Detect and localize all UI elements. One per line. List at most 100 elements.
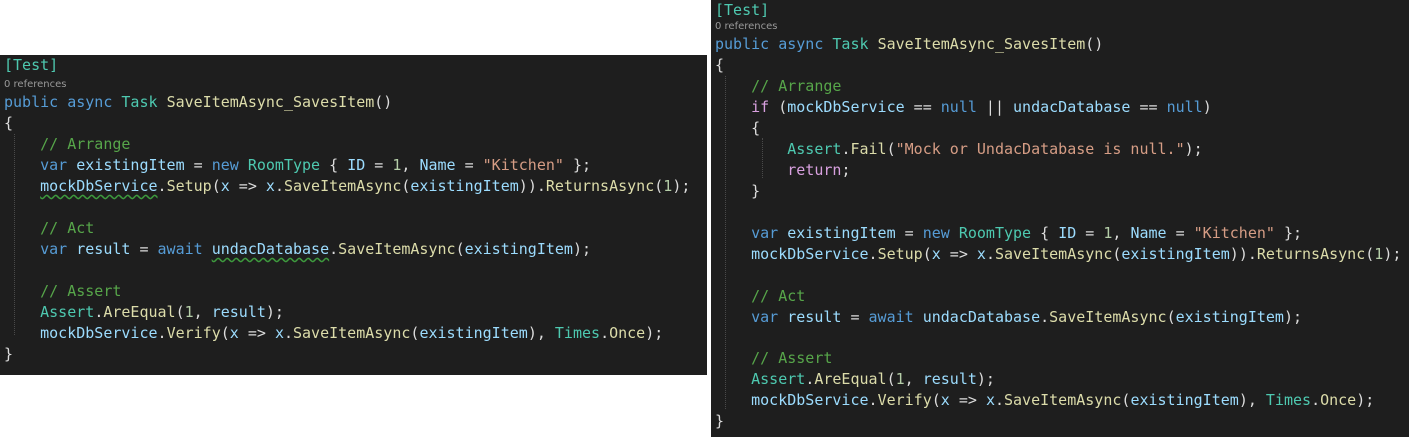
- operator: ==: [904, 98, 941, 116]
- variable-warning[interactable]: mockDbService: [40, 177, 157, 195]
- method-call: ReturnsAsync: [545, 177, 655, 195]
- method-call: Once: [609, 324, 646, 342]
- variable: existingItem: [1121, 245, 1230, 263]
- variable: mockDbService: [751, 245, 869, 263]
- code-line-signature: public async Task SaveItemAsync_SavesIte…: [715, 34, 1103, 54]
- code-editor-left[interactable]: [Test] 0 references public async Task Sa…: [0, 55, 707, 375]
- keyword: await: [157, 240, 203, 258]
- punctuation: );: [672, 177, 691, 195]
- comment: // Act: [751, 287, 806, 305]
- codelens-references[interactable]: 0 references: [4, 78, 67, 92]
- parameter: x: [229, 324, 239, 342]
- variable: mockDbService: [787, 98, 905, 116]
- operator: ==: [1130, 98, 1167, 116]
- code-line-signature: public async Task SaveItemAsync_SavesIte…: [4, 92, 392, 112]
- references-count: 0 references: [715, 21, 778, 32]
- variable-warning[interactable]: undacDatabase: [212, 240, 329, 258]
- method-call: SaveItemAsync: [1049, 308, 1167, 326]
- variable: undacDatabase: [1013, 98, 1131, 116]
- code-line-verify: mockDbService.Verify(x => x.SaveItemAsyn…: [4, 323, 663, 343]
- punctuation: ,: [1112, 224, 1131, 242]
- variable: existingItem: [419, 324, 528, 342]
- operator: =: [365, 156, 393, 174]
- number-literal: 1: [895, 370, 905, 388]
- keyword: await: [868, 308, 914, 326]
- variable: result: [787, 308, 842, 326]
- punctuation: .: [536, 177, 546, 195]
- code-line-comment-act: // Act: [715, 286, 805, 306]
- parameter: x: [220, 177, 230, 195]
- keyword: var: [40, 240, 68, 258]
- operator: =: [184, 156, 212, 174]
- punctuation: );: [572, 240, 592, 258]
- punctuation: );: [1283, 308, 1303, 326]
- parameter: x: [940, 391, 950, 409]
- comment: // Assert: [751, 349, 833, 367]
- variable: result: [211, 303, 266, 321]
- punctuation: );: [1184, 140, 1203, 158]
- variable: mockDbService: [40, 324, 158, 342]
- method-call: SaveItemAsync: [283, 177, 402, 195]
- punctuation: (): [374, 93, 393, 111]
- keyword: null: [940, 98, 977, 116]
- codelens-references[interactable]: 0 references: [715, 20, 778, 34]
- type-name: RoomType: [958, 224, 1032, 242]
- punctuation: (: [931, 391, 941, 409]
- operator: =: [895, 224, 923, 242]
- punctuation: .: [329, 240, 339, 258]
- parameter: x: [265, 177, 275, 195]
- operator: =: [1166, 224, 1194, 242]
- code-line-brace-open: {: [4, 113, 13, 133]
- test-attribute: [Test]: [4, 56, 59, 74]
- code-line-brace-close: }: [4, 344, 13, 364]
- code-line-mock-setup: mockDbService.Setup(x => x.SaveItemAsync…: [4, 176, 690, 196]
- method-call: ReturnsAsync: [1256, 245, 1366, 263]
- punctuation: );: [976, 370, 995, 388]
- code-line-return: return;: [715, 160, 850, 180]
- keyword: new: [922, 224, 950, 242]
- punctuation: ): [1229, 245, 1239, 263]
- keyword: var: [40, 156, 68, 174]
- punctuation: (: [175, 303, 185, 321]
- number-literal: 1: [1374, 245, 1384, 263]
- variable: undacDatabase: [922, 308, 1041, 326]
- punctuation: (: [886, 140, 896, 158]
- string-literal: "Mock or UndacDatabase is null.": [895, 140, 1185, 158]
- code-line-comment-arrange: // Arrange: [4, 134, 130, 154]
- punctuation: (: [220, 324, 230, 342]
- punctuation: ,: [904, 370, 923, 388]
- code-line-attribute: [Test]: [715, 0, 769, 20]
- method-call: AreEqual: [103, 303, 176, 321]
- parameter: x: [274, 324, 284, 342]
- code-line-if-null-check: if (mockDbService == null || undacDataba…: [715, 97, 1212, 117]
- punctuation: {: [715, 56, 725, 74]
- keyword: var: [751, 224, 779, 242]
- code-editor-right[interactable]: [Test] 0 references public async Task Sa…: [711, 0, 1409, 437]
- code-line-assert-equal: Assert.AreEqual(1, result);: [715, 369, 995, 389]
- punctuation: }: [715, 412, 725, 430]
- keyword: async: [67, 93, 113, 111]
- type-name: Times: [554, 324, 601, 342]
- code-line-result: var result = await undacDatabase.SaveIte…: [4, 239, 591, 259]
- type-name: Assert: [751, 370, 806, 388]
- method-call: Verify: [166, 324, 221, 342]
- code-line-assert-fail: Assert.Fail("Mock or UndacDatabase is nu…: [715, 139, 1203, 159]
- variable: existingItem: [76, 156, 185, 174]
- keyword: null: [1166, 98, 1203, 116]
- punctuation: }: [751, 182, 761, 200]
- parameter: x: [976, 245, 986, 263]
- punctuation: ): [1202, 98, 1212, 116]
- comment: // Arrange: [40, 135, 131, 153]
- method-call: SaveItemAsync: [338, 240, 456, 258]
- punctuation: ): [527, 177, 537, 195]
- method-call: AreEqual: [814, 370, 887, 388]
- punctuation: .: [600, 324, 610, 342]
- operator: =>: [229, 177, 266, 195]
- punctuation: .: [868, 245, 878, 263]
- punctuation: {: [4, 114, 14, 132]
- code-line-brace-close: }: [715, 411, 724, 431]
- variable: existingItem: [410, 177, 519, 195]
- code-line-brace-open: {: [715, 55, 724, 75]
- punctuation: (: [922, 245, 932, 263]
- property: ID: [347, 156, 366, 174]
